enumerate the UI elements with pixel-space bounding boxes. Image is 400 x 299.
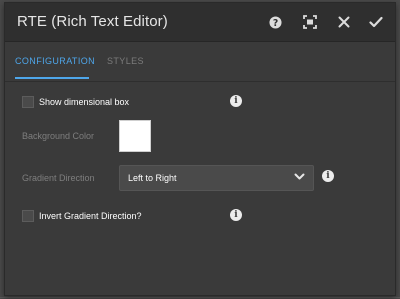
tab-bar: CONFIGURATION STYLES [5,41,395,82]
close-button[interactable] [335,13,353,31]
help-button[interactable]: ? [266,13,284,31]
fullscreen-icon [303,15,317,29]
tab-styles[interactable]: STYLES [107,56,144,66]
fullscreen-button[interactable] [301,13,319,31]
gradient-direction-value: Left to Right [128,173,177,183]
tab-configuration[interactable]: CONFIGURATION [15,56,95,66]
invert-gradient-direction-checkbox[interactable] [22,210,34,222]
close-icon [338,16,350,28]
show-dimensional-box-label: Show dimensional box [39,97,130,107]
dialog-titlebar: RTE (Rich Text Editor) ? [5,3,395,42]
dialog-title: RTE (Rich Text Editor) [17,13,168,30]
background-color-label: Background Color [22,131,95,141]
info-icon[interactable]: i [230,95,242,107]
active-tab-indicator [15,77,89,79]
backdrop-edge [0,297,400,298]
background-color-swatch[interactable] [119,120,151,152]
info-icon[interactable]: i [322,170,334,182]
rte-dialog: RTE (Rich Text Editor) ? CONFIGURATION S… [4,2,396,296]
checkmark-icon [369,16,383,28]
chevron-down-icon [294,173,305,180]
gradient-direction-select[interactable]: Left to Right [119,165,314,191]
info-icon[interactable]: i [230,209,242,221]
svg-text:?: ? [272,17,277,28]
show-dimensional-box-checkbox[interactable] [22,96,34,108]
confirm-button[interactable] [367,13,385,31]
invert-gradient-direction-label: Invert Gradient Direction? [39,211,142,221]
gradient-direction-label: Gradient Direction [22,173,95,183]
help-icon: ? [268,15,282,28]
